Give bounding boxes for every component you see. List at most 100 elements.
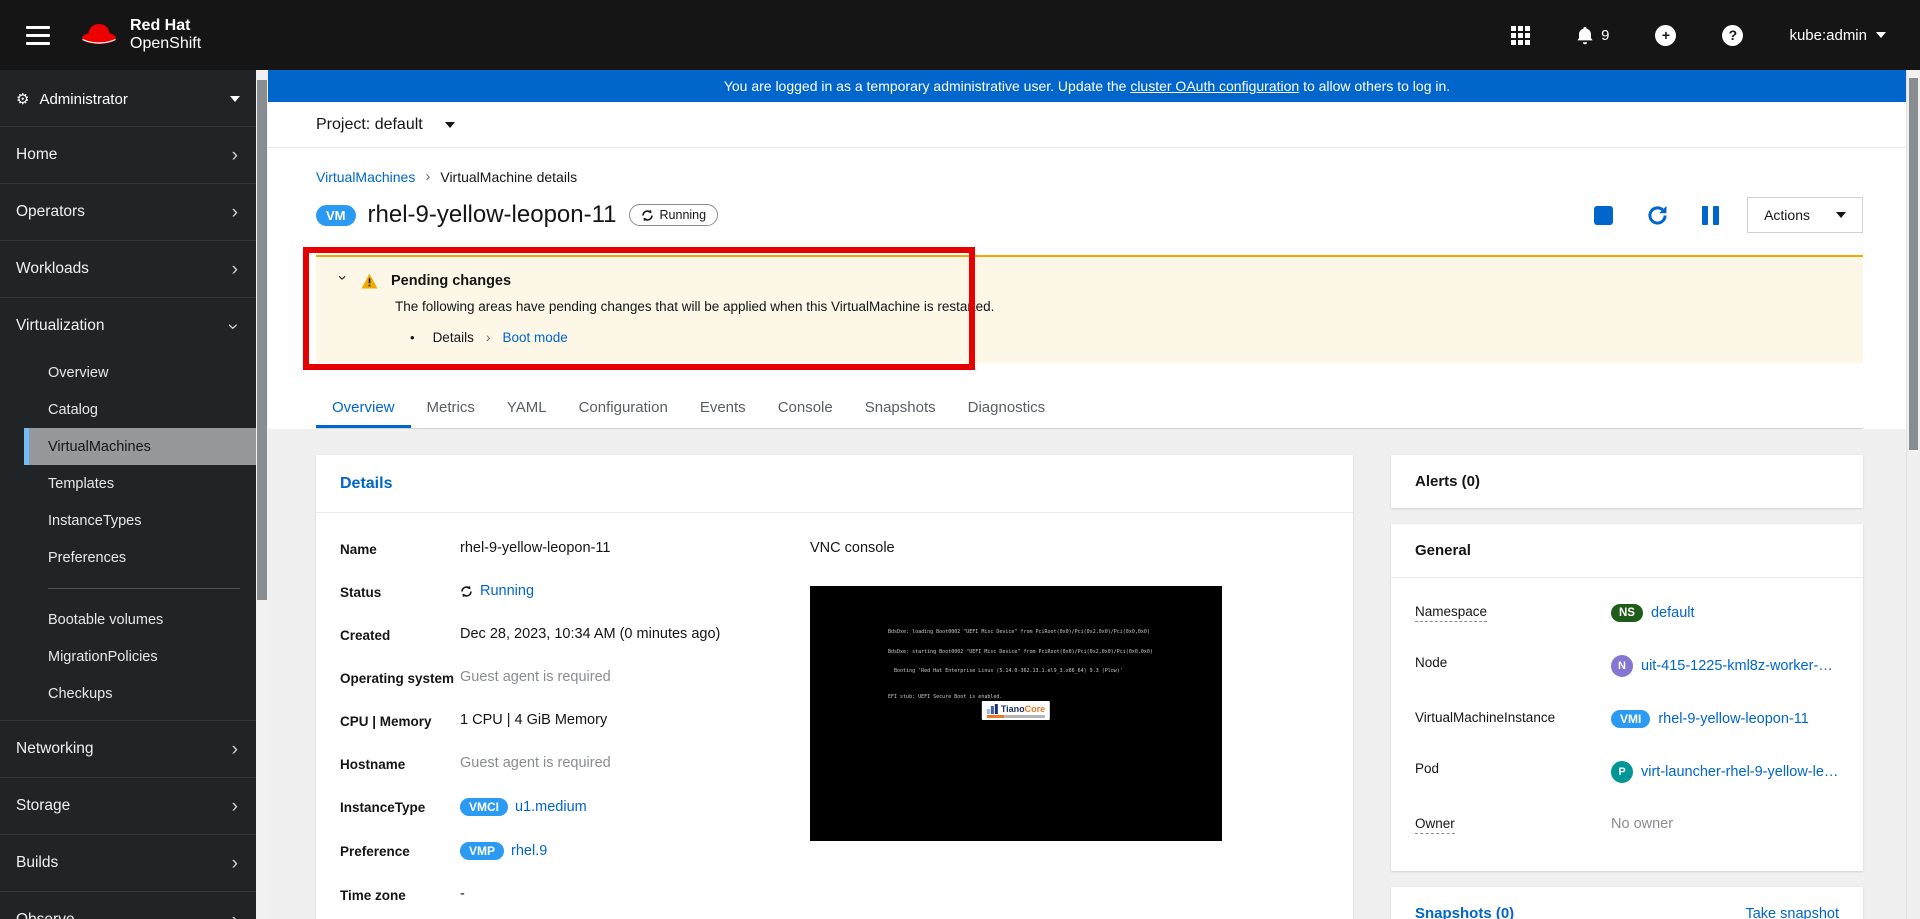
restart-icon xyxy=(1648,205,1667,224)
tab-events[interactable]: Events xyxy=(684,389,762,428)
sidebar-item-operators[interactable]: Operators › xyxy=(0,183,256,240)
brand-line2: OpenShift xyxy=(130,35,202,52)
page-header-section: VirtualMachines › VirtualMachine details… xyxy=(268,148,1906,429)
general-value: P virt-launcher-rhel-9-yellow-leopon-11-… xyxy=(1611,761,1839,783)
tab-bar: Overview Metrics YAML Configuration Even… xyxy=(316,389,1863,429)
general-card-title: General xyxy=(1391,524,1863,578)
add-icon[interactable]: + xyxy=(1655,24,1677,46)
tab-yaml[interactable]: YAML xyxy=(491,389,563,428)
sidebar-item-label: Storage xyxy=(16,797,71,814)
banner-text: You are logged in as a temporary adminis… xyxy=(723,78,1131,94)
sidebar-item-builds[interactable]: Builds › xyxy=(0,834,256,891)
pause-button[interactable] xyxy=(1702,205,1720,225)
warning-icon xyxy=(361,273,378,289)
sidebar-item-home[interactable]: Home › xyxy=(0,126,256,183)
user-menu[interactable]: kube:admin xyxy=(1789,27,1886,44)
tab-metrics[interactable]: Metrics xyxy=(411,389,491,428)
breadcrumb-separator: › xyxy=(485,329,491,345)
sidebar-item-storage[interactable]: Storage › xyxy=(0,777,256,834)
tab-configuration[interactable]: Configuration xyxy=(563,389,684,428)
vmp-badge: VMP xyxy=(460,842,505,860)
detail-row-name: Name rhel-9-yellow-leopon-11 xyxy=(340,540,810,557)
notifications-button[interactable]: 9 xyxy=(1576,26,1609,45)
sidebar-item-instancetypes[interactable]: InstanceTypes xyxy=(0,502,256,539)
sidebar-item-checkups[interactable]: Checkups xyxy=(0,675,256,712)
breadcrumb-virtualmachines[interactable]: VirtualMachines xyxy=(316,169,415,185)
vm-badge: VM xyxy=(316,204,356,226)
page-title: rhel-9-yellow-leopon-11 xyxy=(367,201,617,228)
chevron-right-icon: › xyxy=(231,144,238,166)
tab-diagnostics[interactable]: Diagnostics xyxy=(952,389,1062,428)
sidebar-item-virtualmachines[interactable]: VirtualMachines xyxy=(24,428,256,465)
sidebar-item-observe[interactable]: Observe › xyxy=(0,891,256,919)
sidebar-item-label: MigrationPolicies xyxy=(48,648,158,665)
general-value: NS default xyxy=(1611,604,1695,622)
console-boot-text: BdsDxe: loading Boot0002 "UEFI Misc Devi… xyxy=(888,629,1153,700)
chevron-collapse-icon[interactable]: › xyxy=(333,275,351,287)
detail-row-status: Status Running xyxy=(340,583,810,600)
vmi-badge: VMI xyxy=(1611,710,1651,728)
sync-icon xyxy=(461,585,472,597)
instancetype-link[interactable]: u1.medium xyxy=(515,799,587,815)
cogs-icon: ⚙ xyxy=(16,91,30,108)
project-selector[interactable]: Project: default xyxy=(268,102,1906,148)
perspective-switcher[interactable]: ⚙ Administrator xyxy=(0,70,256,126)
main-scrollbar[interactable] xyxy=(1906,70,1920,919)
general-row-vmi: VirtualMachineInstance VMI rhel-9-yellow… xyxy=(1415,710,1839,728)
notification-count: 9 xyxy=(1601,26,1610,44)
sidebar-scrollbar[interactable] xyxy=(256,70,268,919)
general-label: Namespace xyxy=(1415,604,1611,622)
detail-value: - xyxy=(460,886,465,902)
boot-mode-link[interactable]: Boot mode xyxy=(503,330,568,345)
status-link[interactable]: Running xyxy=(480,583,534,599)
help-icon[interactable]: ? xyxy=(1722,24,1744,46)
sidebar-item-catalog[interactable]: Catalog xyxy=(0,391,256,428)
stop-button[interactable] xyxy=(1594,205,1614,225)
alerts-card[interactable]: Alerts (0) xyxy=(1391,455,1863,508)
sidebar-item-label: Overview xyxy=(48,364,109,381)
details-card-title[interactable]: Details xyxy=(340,475,1329,493)
sidebar-item-label: Home xyxy=(16,146,58,163)
brand-logo[interactable]: Red Hat OpenShift xyxy=(78,17,201,54)
scrollbar-thumb[interactable] xyxy=(1909,78,1918,450)
sidebar-item-networking[interactable]: Networking › xyxy=(0,720,256,777)
sidebar-item-workloads[interactable]: Workloads › xyxy=(0,240,256,297)
sidebar-item-virtualization[interactable]: Virtualization › xyxy=(0,297,256,354)
sidebar-item-label: Checkups xyxy=(48,685,113,702)
app-launcher-icon[interactable] xyxy=(1511,25,1531,45)
tab-snapshots[interactable]: Snapshots xyxy=(849,389,952,428)
bell-icon xyxy=(1577,26,1593,44)
vnc-console-screen[interactable]: BdsDxe: loading Boot0002 "UEFI Misc Devi… xyxy=(810,586,1222,841)
node-link[interactable]: uit-415-1225-kml8z-worker-0-qnpd9 xyxy=(1641,658,1839,674)
oauth-config-link[interactable]: cluster OAuth configuration xyxy=(1130,78,1299,94)
sidebar-item-preferences[interactable]: Preferences xyxy=(0,539,256,576)
owner-value: No owner xyxy=(1611,816,1674,832)
take-snapshot-link[interactable]: Take snapshot xyxy=(1745,906,1839,919)
general-label: VirtualMachineInstance xyxy=(1415,710,1556,725)
username: kube:admin xyxy=(1789,26,1867,44)
namespace-link[interactable]: default xyxy=(1651,605,1695,621)
snapshots-card-title[interactable]: Snapshots (0) xyxy=(1415,905,1514,919)
tab-overview[interactable]: Overview xyxy=(316,389,411,428)
scrollbar-thumb[interactable] xyxy=(257,80,267,600)
chevron-right-icon: › xyxy=(231,738,238,760)
vmi-link[interactable]: rhel-9-yellow-leopon-11 xyxy=(1658,711,1808,727)
vm-actions: Actions xyxy=(1594,197,1863,233)
status-badge[interactable]: Running xyxy=(628,204,719,226)
nav-toggle-icon[interactable] xyxy=(26,25,50,45)
sidebar-item-templates[interactable]: Templates xyxy=(0,465,256,502)
sidebar-item-bootable-volumes[interactable]: Bootable volumes xyxy=(0,601,256,638)
sidebar-item-migrationpolicies[interactable]: MigrationPolicies xyxy=(0,638,256,675)
masthead-toolbar: 9 + ? kube:admin xyxy=(1511,24,1886,46)
sidebar-item-overview[interactable]: Overview xyxy=(0,354,256,391)
actions-dropdown[interactable]: Actions xyxy=(1747,197,1863,233)
restart-button[interactable] xyxy=(1646,204,1669,227)
tab-console[interactable]: Console xyxy=(762,389,849,428)
general-card: General Namespace NS default Node N uit-… xyxy=(1391,524,1863,871)
preference-link[interactable]: rhel.9 xyxy=(511,843,547,859)
bullet-icon: • xyxy=(410,329,415,345)
pod-link[interactable]: virt-launcher-rhel-9-yellow-leopon-11-9d… xyxy=(1641,764,1839,780)
alert-pending-item: • Details › Boot mode xyxy=(410,329,1847,345)
vnc-console-label: VNC console xyxy=(810,540,895,556)
alerts-card-title: Alerts (0) xyxy=(1415,473,1481,490)
